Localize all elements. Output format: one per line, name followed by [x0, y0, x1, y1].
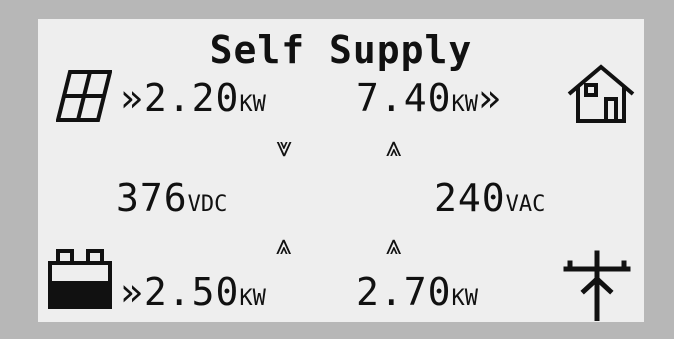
battery-flow-arrow: ⩓	[276, 228, 292, 261]
grid-power-value: 2.70	[356, 270, 452, 314]
dc-voltage-value: 376	[116, 176, 188, 220]
grid-power-readout: 2.70KW	[356, 273, 478, 311]
home-flow-arrow: ⩓	[386, 130, 402, 163]
dc-voltage-unit: VDC	[187, 192, 228, 217]
battery-power-readout: »2.50KW	[120, 273, 266, 311]
home-power-readout: 7.40KW»	[356, 79, 502, 117]
lcd-screen: Self Supply »2.20KW 7.40KW» ⩔ ⩓ 376VDC 2…	[38, 19, 644, 322]
dc-voltage-readout: 376VDC	[116, 179, 227, 217]
battery-power-unit: KW	[239, 286, 266, 311]
home-power-value: 7.40	[356, 76, 452, 120]
ac-voltage-readout: 240VAC	[434, 179, 545, 217]
solar-power-readout: »2.20KW	[120, 79, 266, 117]
home-power-unit: KW	[451, 92, 479, 117]
utility-pole-icon	[563, 250, 631, 321]
solar-power-value: 2.20	[143, 76, 240, 120]
mode-title: Self Supply	[209, 28, 473, 72]
battery-icon	[48, 249, 112, 309]
ac-voltage-unit: VAC	[505, 192, 546, 217]
battery-power-value: 2.50	[143, 270, 240, 314]
ac-voltage-value: 240	[434, 176, 506, 220]
solar-power-unit: KW	[239, 92, 266, 117]
grid-flow-arrow: ⩓	[386, 228, 402, 261]
solar-flow-chevron: »	[120, 76, 144, 120]
home-flow-chevron: »	[478, 76, 502, 120]
solar-panel-icon	[56, 70, 112, 122]
grid-power-unit: KW	[451, 286, 479, 311]
house-icon	[567, 64, 635, 123]
solar-flow-arrow: ⩔	[276, 130, 292, 163]
battery-flow-chevron: »	[120, 270, 144, 314]
